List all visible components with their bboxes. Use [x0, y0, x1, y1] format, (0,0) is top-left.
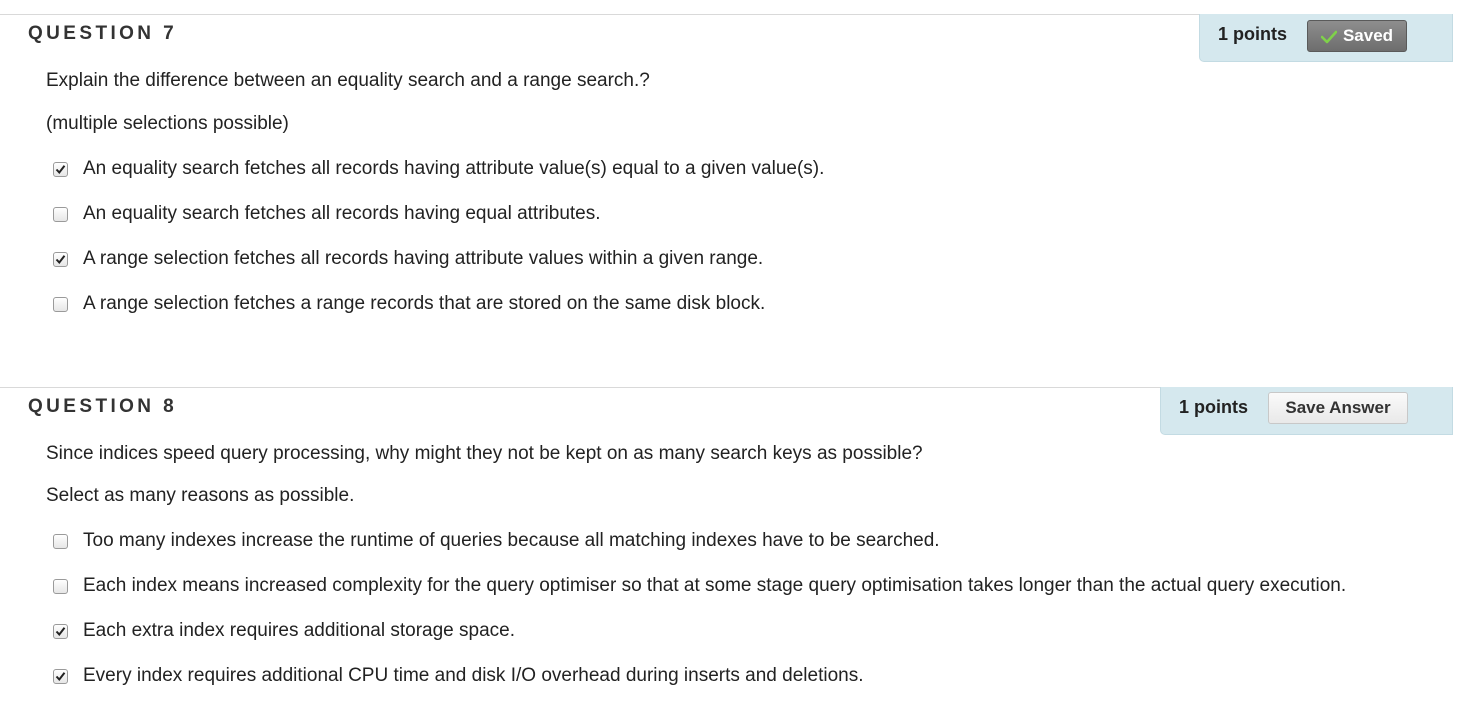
answer-option-label: Too many indexes increase the runtime of…: [83, 530, 940, 551]
answer-option-label: Each index means increased complexity fo…: [83, 575, 1347, 596]
answer-checkbox[interactable]: [53, 296, 68, 312]
question-title: QUESTION 8: [28, 396, 178, 417]
question-prompt: Since indices speed query processing, wh…: [46, 443, 923, 464]
answer-checkbox[interactable]: [53, 161, 68, 177]
answer-checkbox[interactable]: [53, 533, 68, 549]
answer-option-label: An equality search fetches all records h…: [83, 203, 601, 224]
question-instruction: (multiple selections possible): [46, 113, 289, 134]
question-title: QUESTION 7: [28, 23, 178, 44]
question-instruction: Select as many reasons as possible.: [46, 485, 355, 506]
answer-option[interactable]: A range selection fetches all records ha…: [53, 248, 763, 270]
checkbox-checkmark-icon: [55, 626, 66, 636]
answer-option[interactable]: Each extra index requires additional sto…: [53, 620, 515, 642]
answer-checkbox[interactable]: [53, 668, 68, 684]
saved-button[interactable]: Saved: [1307, 20, 1407, 52]
checkbox-checkmark-icon: [55, 254, 66, 264]
answer-option-label: A range selection fetches all records ha…: [83, 248, 764, 269]
check-icon: [1320, 29, 1338, 44]
answer-option[interactable]: Too many indexes increase the runtime of…: [53, 530, 940, 552]
answer-checkbox[interactable]: [53, 251, 68, 267]
question-prompt: Explain the difference between an equali…: [46, 70, 650, 91]
points-panel: 1 points Save Answer: [1160, 387, 1453, 435]
answer-option[interactable]: An equality search fetches all records h…: [53, 158, 824, 180]
points-label: 1 points: [1179, 397, 1249, 417]
answer-checkbox[interactable]: [53, 206, 68, 222]
answer-option-label: A range selection fetches a range record…: [83, 293, 766, 314]
checkbox-checkmark-icon: [55, 164, 66, 174]
answer-checkbox[interactable]: [53, 578, 68, 594]
answer-option[interactable]: An equality search fetches all records h…: [53, 203, 601, 225]
checkbox-checkmark-icon: [55, 671, 66, 681]
points-panel: 1 points Saved: [1199, 14, 1453, 62]
answer-option-label: Every index requires additional CPU time…: [83, 665, 864, 686]
saved-button-label: Saved: [1342, 26, 1394, 45]
answer-option[interactable]: A range selection fetches a range record…: [53, 293, 765, 315]
answer-option[interactable]: Each index means increased complexity fo…: [53, 575, 1346, 597]
answer-checkbox[interactable]: [53, 623, 68, 639]
points-label: 1 points: [1218, 24, 1288, 44]
answer-option-label: Each extra index requires additional sto…: [83, 620, 515, 641]
save-answer-button[interactable]: Save Answer: [1268, 392, 1408, 424]
answer-option[interactable]: Every index requires additional CPU time…: [53, 665, 863, 687]
answer-option-label: An equality search fetches all records h…: [83, 158, 825, 179]
